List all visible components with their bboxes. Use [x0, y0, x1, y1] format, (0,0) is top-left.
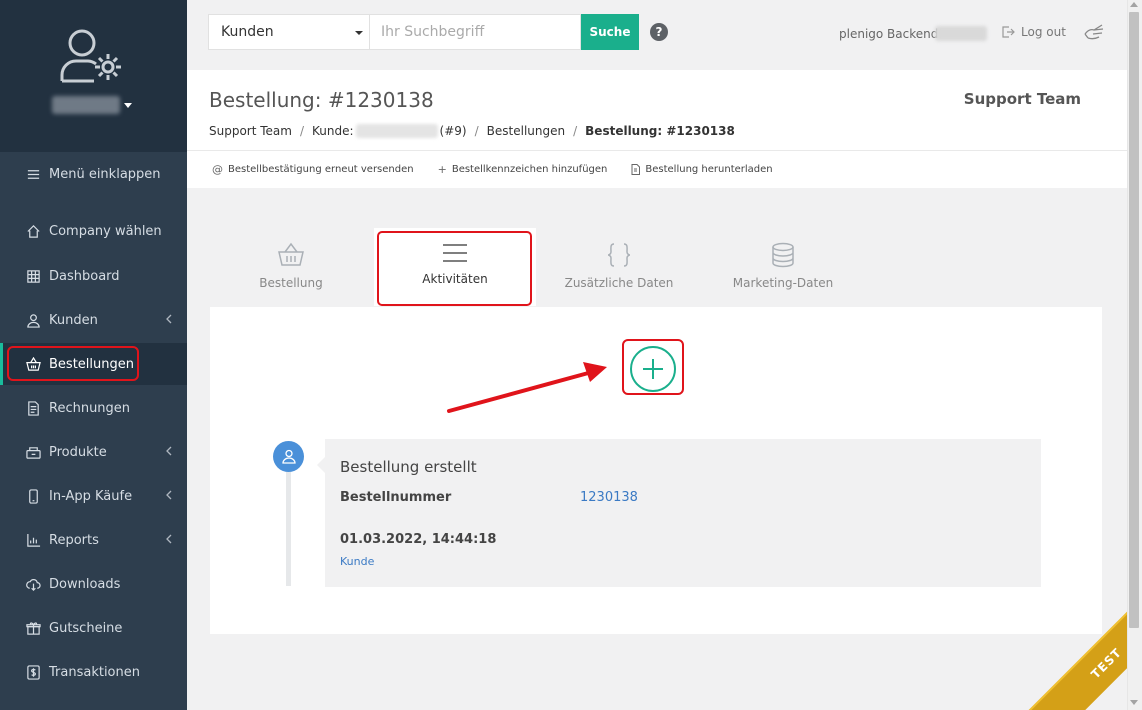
test-ribbon: TEST: [1023, 590, 1127, 710]
test-ribbon-container: TEST: [1000, 590, 1127, 710]
activity-avatar: [273, 441, 304, 472]
activity-entry: Bestellung erstellt Bestellnummer 123013…: [317, 439, 1041, 587]
user-icon: [281, 449, 296, 464]
activity-author-link[interactable]: Kunde: [340, 555, 374, 568]
order-number-link[interactable]: 1230138: [580, 490, 638, 505]
activity-field-label: Bestellnummer: [340, 490, 452, 505]
annotation-arrow: [447, 362, 607, 413]
activity-date: 01.03.2022, 14:44:18: [340, 532, 497, 547]
timeline-line: [286, 470, 291, 586]
activity-title: Bestellung erstellt: [340, 458, 477, 476]
